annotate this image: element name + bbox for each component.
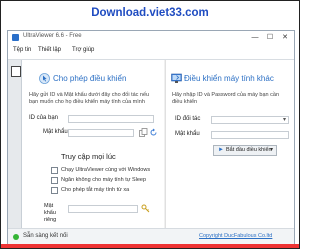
allow-control-header: Cho phép điều khiển <box>53 74 127 83</box>
partner-id-label: ID đối tác <box>175 116 201 122</box>
remote-shutdown-label: Cho phép tắt máy tính từ xa <box>61 187 130 193</box>
bottom-accent-strip <box>1 244 299 248</box>
remote-control-header: Điều khiển máy tính khác <box>184 74 274 83</box>
title-bar[interactable]: UltraViewer 6.6 - Free — ☐ ✕ <box>8 31 294 46</box>
menu-bar: Tệp tin Thiết lập Trợ giúp <box>8 45 294 60</box>
key-icon[interactable] <box>141 204 150 213</box>
site-banner: Download.viet33.com <box>1 1 299 29</box>
close-button[interactable]: ✕ <box>278 31 292 44</box>
minimize-button[interactable]: — <box>248 31 262 44</box>
your-id-label: ID của bạn <box>29 115 59 121</box>
maximize-button[interactable]: ☐ <box>263 31 277 44</box>
fixed-password-label: Mật khẩu riêng <box>44 203 57 223</box>
status-text: Sẵn sàng kết nối <box>23 233 68 239</box>
checkbox-remote-shutdown[interactable] <box>51 187 58 194</box>
status-bar: Sẵn sàng kết nối Copyright DucFabulous C… <box>8 228 294 244</box>
dropdown-chevron-icon[interactable]: ▾ <box>283 116 286 123</box>
start-control-dropdown-icon[interactable]: ▾ <box>270 146 273 155</box>
start-control-button[interactable]: ► Bắt đầu điều khiển ▾ <box>213 145 277 156</box>
copyright-link[interactable]: Copyright DucFabulous Co.ltd <box>199 233 272 239</box>
remote-control-description: Hãy nhập ID và Password của máy bạn cần … <box>172 92 280 105</box>
window-title: UltraViewer 6.6 - Free <box>23 33 82 39</box>
allow-control-panel: Cho phép điều khiển Hãy gửi ID và Mật kh… <box>22 60 164 228</box>
checkbox-prevent-sleep[interactable] <box>51 177 58 184</box>
your-id-field[interactable] <box>68 115 154 123</box>
sidebar-toggle-button[interactable] <box>11 66 21 77</box>
connection-status-indicator-icon <box>13 234 19 240</box>
access-anytime-title: Truy cập mọi lúc <box>61 152 116 161</box>
refresh-icon[interactable] <box>149 128 158 137</box>
run-with-windows-label: Chạy UltraViewer cùng với Windows <box>61 167 151 173</box>
menu-file[interactable]: Tệp tin <box>13 47 31 53</box>
sidebar <box>8 60 22 228</box>
app-logo-icon <box>12 34 19 41</box>
start-control-label: Bắt đầu điều khiển <box>226 147 272 153</box>
remote-control-icon <box>171 73 182 83</box>
remote-control-panel: Điều khiển máy tính khác Hãy nhập ID và … <box>165 60 294 228</box>
prevent-sleep-label: Ngăn không cho máy tính tự Sleep <box>61 177 147 183</box>
fixed-password-field[interactable] <box>68 205 138 213</box>
connect-arrow-icon: ► <box>218 147 224 153</box>
banner-text[interactable]: Download.viet33.com <box>1 7 299 19</box>
checkbox-run-with-windows[interactable] <box>51 167 58 174</box>
partner-password-label: Mật khẩu <box>175 131 200 137</box>
copy-icon[interactable] <box>139 128 148 137</box>
screenshot-frame: Download.viet33.com UltraViewer 6.6 - Fr… <box>0 0 300 249</box>
menu-settings[interactable]: Thiết lập <box>38 47 61 53</box>
menu-help[interactable]: Trợ giúp <box>72 47 94 53</box>
cursor-hand-icon <box>39 73 50 84</box>
partner-password-input[interactable] <box>211 131 289 139</box>
app-window: UltraViewer 6.6 - Free — ☐ ✕ Tệp tin Thi… <box>7 30 295 245</box>
password-label: Mật khẩu <box>43 129 68 135</box>
allow-control-description: Hãy gửi ID và Mật khẩu dưới đây cho đối … <box>29 92 150 105</box>
password-field[interactable] <box>68 129 134 137</box>
partner-id-input[interactable]: ▾ <box>211 116 289 124</box>
